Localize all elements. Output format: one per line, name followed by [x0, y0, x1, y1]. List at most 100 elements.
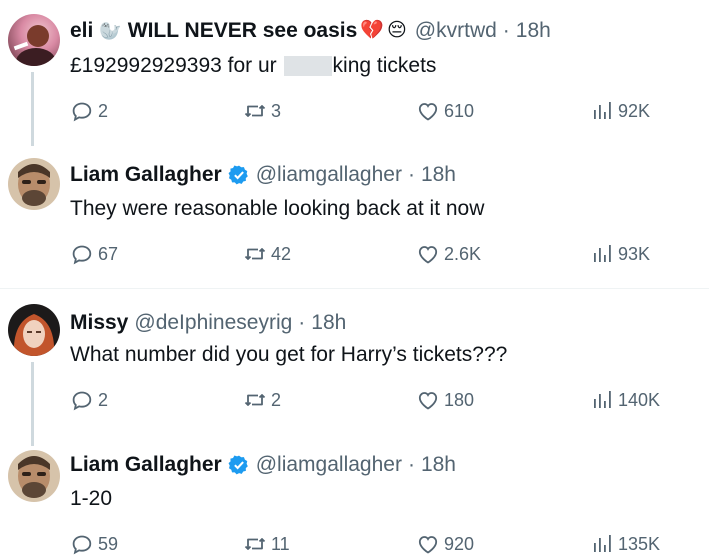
- timestamp[interactable]: 18h: [311, 310, 346, 336]
- retweet-count: 2: [271, 389, 282, 410]
- tweet-header: eli 🦭 WILL NEVER see oasis 💔 😔 @kvrtwd ·…: [70, 18, 551, 44]
- like-icon: [416, 242, 440, 266]
- display-name[interactable]: Liam Gallagher: [70, 162, 222, 188]
- retweet-count: 11: [271, 533, 290, 554]
- separator: ·: [407, 163, 415, 186]
- thread-line: [31, 362, 34, 446]
- broken-heart-icon: 💔: [360, 20, 384, 41]
- like-icon: [416, 388, 440, 412]
- reply-count: 59: [98, 533, 119, 554]
- reply-count: 67: [98, 243, 119, 264]
- like-button[interactable]: 610: [416, 99, 474, 123]
- tweet-text-before: £192992929393 for ur: [70, 54, 277, 77]
- reply-icon: [70, 242, 94, 266]
- like-count: 2.6K: [444, 243, 482, 264]
- retweet-icon: [243, 388, 267, 412]
- verified-badge-icon: [228, 454, 250, 476]
- tweet-header: Liam Gallagher @liamgallagher · 18h: [70, 452, 456, 478]
- views-icon: [590, 532, 614, 556]
- display-name[interactable]: eli: [70, 18, 93, 44]
- views-count: 140K: [618, 389, 661, 410]
- retweet-count: 3: [271, 100, 282, 121]
- reply-button[interactable]: 67: [70, 242, 118, 266]
- display-name-extra[interactable]: WILL NEVER see oasis: [128, 18, 358, 44]
- retweet-button[interactable]: 42: [243, 242, 291, 266]
- action-bar: 59 11 920 135K: [70, 532, 670, 560]
- handle[interactable]: @deIphineseyrig: [134, 310, 292, 336]
- views-icon: [590, 242, 614, 266]
- like-button[interactable]: 920: [416, 532, 474, 556]
- timestamp[interactable]: 18h: [421, 452, 456, 478]
- like-count: 610: [444, 100, 475, 121]
- views-button[interactable]: 93K: [590, 242, 650, 266]
- reply-icon: [70, 532, 94, 556]
- separator: ·: [298, 311, 306, 334]
- separator: ·: [407, 453, 415, 476]
- views-button[interactable]: 135K: [590, 532, 660, 556]
- tweet-header: Liam Gallagher @liamgallagher · 18h: [70, 162, 456, 188]
- action-bar: 2 2 180 140K: [70, 388, 670, 416]
- views-count: 135K: [618, 533, 661, 554]
- action-bar: 2 3 610 92K: [70, 99, 670, 127]
- seal-emoji-icon: 🦭: [99, 21, 122, 41]
- avatar-image: [13, 25, 56, 66]
- views-count: 92K: [618, 100, 651, 121]
- avatar[interactable]: [8, 14, 60, 66]
- thread-line: [31, 72, 34, 146]
- avatar[interactable]: [8, 450, 60, 502]
- views-icon: [590, 388, 614, 412]
- tweet-text-after: king tickets: [332, 54, 437, 77]
- timestamp[interactable]: 18h: [421, 162, 456, 188]
- timestamp[interactable]: 18h: [516, 18, 551, 44]
- like-icon: [416, 532, 440, 556]
- retweet-button[interactable]: 2: [243, 388, 281, 412]
- views-count: 93K: [618, 243, 651, 264]
- display-name[interactable]: Liam Gallagher: [70, 452, 222, 478]
- like-count: 180: [444, 389, 475, 410]
- reply-button[interactable]: 2: [70, 99, 108, 123]
- tweet-divider: [0, 288, 709, 289]
- retweet-button[interactable]: 3: [243, 99, 281, 123]
- reply-icon: [70, 99, 94, 123]
- censor-block: [283, 56, 332, 77]
- tweet-text: 1-20: [70, 487, 113, 510]
- like-button[interactable]: 2.6K: [416, 242, 481, 266]
- avatar[interactable]: [8, 304, 60, 356]
- tweet-3[interactable]: Missy @deIphineseyrig · 18h What number …: [0, 290, 709, 446]
- retweet-icon: [243, 532, 267, 556]
- tweet-text: £192992929393 for ur king tickets: [70, 53, 436, 79]
- tweet-2[interactable]: Liam Gallagher @liamgallagher · 18h They…: [0, 146, 709, 286]
- reply-count: 2: [98, 389, 109, 410]
- retweet-button[interactable]: 11: [243, 532, 290, 556]
- tweet-1[interactable]: eli 🦭 WILL NEVER see oasis 💔 😔 @kvrtwd ·…: [0, 0, 709, 146]
- tweet-header: Missy @deIphineseyrig · 18h: [70, 310, 346, 336]
- reply-icon: [70, 388, 94, 412]
- reply-button[interactable]: 59: [70, 532, 118, 556]
- display-name[interactable]: Missy: [70, 310, 128, 336]
- like-count: 920: [444, 533, 475, 554]
- tweet-4[interactable]: Liam Gallagher @liamgallagher · 18h 1-20…: [0, 436, 709, 554]
- views-icon: [590, 99, 614, 123]
- retweet-icon: [243, 99, 267, 123]
- like-button[interactable]: 180: [416, 388, 474, 412]
- like-icon: [416, 99, 440, 123]
- handle[interactable]: @liamgallagher: [256, 162, 402, 188]
- avatar-image: [18, 164, 50, 206]
- reply-count: 2: [98, 100, 109, 121]
- tweet-text: They were reasonable looking back at it …: [70, 197, 485, 220]
- avatar-image: [13, 314, 55, 356]
- views-button[interactable]: 140K: [590, 388, 660, 412]
- avatar-image: [18, 456, 50, 498]
- action-bar: 67 42 2.6K 93K: [70, 242, 670, 270]
- retweet-count: 42: [271, 243, 292, 264]
- avatar[interactable]: [8, 158, 60, 210]
- handle[interactable]: @liamgallagher: [256, 452, 402, 478]
- verified-badge-icon: [228, 164, 250, 186]
- relieved-face-icon: 😔: [386, 20, 407, 41]
- separator: ·: [502, 19, 510, 42]
- reply-button[interactable]: 2: [70, 388, 108, 412]
- views-button[interactable]: 92K: [590, 99, 650, 123]
- retweet-icon: [243, 242, 267, 266]
- tweet-text: What number did you get for Harry’s tick…: [70, 343, 508, 366]
- handle[interactable]: @kvrtwd: [415, 18, 497, 44]
